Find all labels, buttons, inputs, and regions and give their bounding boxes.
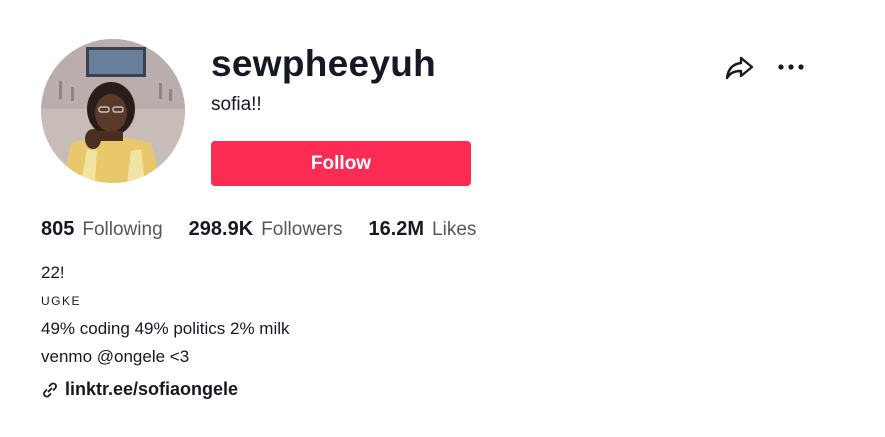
bio-line: venmo @ongele <3 — [41, 347, 190, 366]
stat-followers-label: Followers — [261, 219, 343, 240]
share-button[interactable] — [724, 51, 756, 83]
more-options-button[interactable] — [774, 51, 808, 83]
stat-likes-label: Likes — [432, 219, 477, 240]
avatar[interactable] — [41, 39, 185, 183]
bio-line: UGKE — [41, 294, 82, 308]
profile-username: sewpheeyuh — [211, 43, 437, 84]
bio-line: 49% coding 49% politics 2% milk — [41, 319, 290, 338]
share-icon — [725, 56, 754, 80]
stat-following-label: Following — [82, 219, 163, 240]
profile-nickname: sofia!! — [211, 94, 262, 115]
follow-button[interactable]: Follow — [211, 141, 471, 186]
bio-link-text: linktr.ee/sofiaongele — [65, 379, 239, 399]
profile-stats: 805 Following 298.9K Followers 16.2M Lik… — [41, 218, 502, 246]
stat-following[interactable]: 805 Following — [41, 218, 163, 241]
more-icon — [778, 64, 804, 70]
stat-followers[interactable]: 298.9K Followers — [189, 218, 343, 241]
link-icon — [43, 382, 57, 397]
stat-likes: 16.2M Likes — [368, 218, 476, 241]
bio-line: 22! — [41, 263, 65, 282]
bio-link[interactable]: linktr.ee/sofiaongele — [41, 379, 238, 400]
stat-followers-count: 298.9K — [188, 218, 254, 240]
stat-likes-count: 16.2M — [368, 218, 425, 240]
stat-following-count: 805 — [41, 218, 75, 240]
profile-bio: 22! UGKE 49% coding 49% politics 2% milk… — [41, 259, 290, 371]
